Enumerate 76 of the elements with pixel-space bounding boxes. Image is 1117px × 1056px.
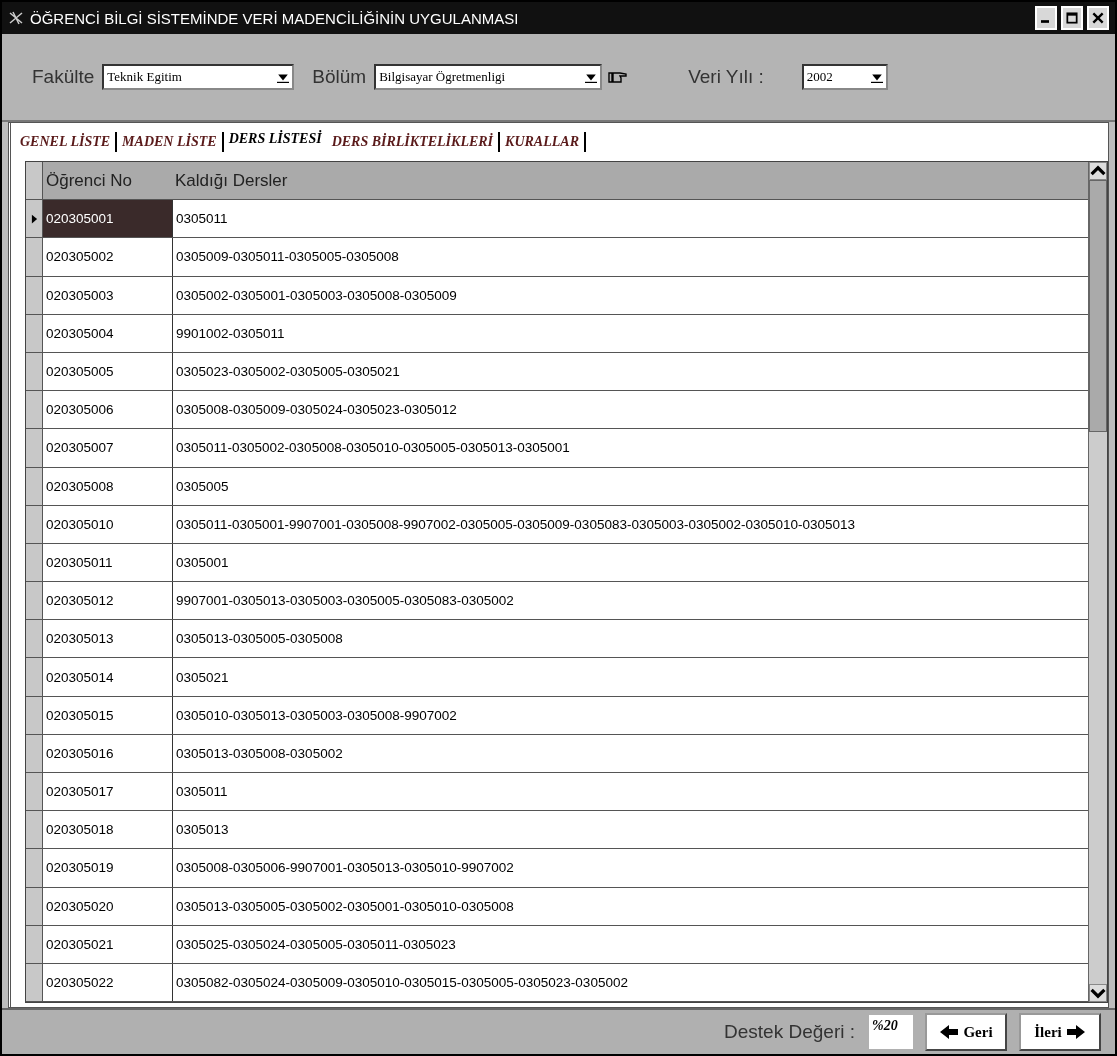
app-icon	[8, 10, 24, 26]
table-cell: 020305018	[43, 811, 173, 849]
table-cell: 020305001	[43, 200, 173, 238]
table-cell-text: 0305001	[175, 553, 230, 572]
table-cell: 020305006	[43, 391, 173, 429]
table-cell-text: 0305008-0305009-0305024-0305023-0305012	[175, 401, 458, 420]
table-cell: 020305013	[43, 620, 173, 658]
forward-button[interactable]: İleri	[1019, 1013, 1101, 1051]
table-cell-text: 0305011-0305001-9907001-0305008-9907002-0305005-0305009-0305083-0305003-0305002-0305010-0305013	[175, 515, 857, 534]
tab[interactable]: MADEN LİSTE	[117, 132, 224, 152]
table-cell: 020305008	[43, 467, 173, 505]
scrollbar[interactable]	[1088, 162, 1107, 1002]
table-cell-text: 9907001-0305013-0305003-0305005-0305083-0305002	[175, 592, 515, 611]
table-cell: 020305012	[43, 582, 173, 620]
table-cell: 020305016	[43, 734, 173, 772]
minimize-button[interactable]	[1035, 6, 1057, 30]
table-cell-text: 0305011	[175, 210, 229, 229]
back-button[interactable]: Geri	[925, 1013, 1007, 1051]
table-cell-text: 0305010-0305013-0305003-0305008-9907002	[175, 706, 458, 725]
table-cell: 020305019	[43, 849, 173, 887]
window-title: ÖĞRENCİ BİLGİ SİSTEMİNDE VERİ MADENCİLİĞİNİN UYGULANMASI	[30, 9, 520, 27]
tab[interactable]: KURALLAR	[500, 132, 586, 152]
table-cell: 020305005	[43, 352, 173, 391]
table-cell-text: 0305002-0305001-0305003-0305008-0305009	[175, 286, 458, 305]
table-cell-text: 0305025-0305024-0305005-0305011-0305023	[175, 935, 457, 954]
table-cell: 020305004	[43, 314, 173, 352]
table-cell-text: 9901002-0305011	[175, 324, 286, 343]
dropdown[interactable]: Bilgisayar Ögretmenligi	[374, 64, 603, 90]
column-header[interactable]: Kaldığı Dersler	[172, 162, 1088, 200]
tab[interactable]: DERS LİSTESİ	[223, 129, 327, 149]
scroll-down-button[interactable]	[1089, 984, 1107, 1002]
table-cell: 020305007	[43, 429, 173, 467]
table-cell: 020305021	[43, 925, 173, 963]
filter-label: Fakülte	[32, 66, 95, 88]
pointing-hand-icon	[608, 70, 629, 84]
current-row-icon	[30, 212, 38, 225]
table-cell-text: 0305008-0305006-9907001-0305013-0305010-9907002	[175, 859, 515, 878]
table-cell: 020305003	[43, 276, 173, 314]
support-value-label: Destek Değeri :	[724, 1021, 855, 1043]
table-cell-text: 0305013-0305008-0305002	[175, 744, 344, 763]
table-cell-text: 0305082-0305024-0305009-0305010-0305015-0305005-0305023-0305002	[175, 974, 629, 993]
row-indicator[interactable]	[26, 200, 43, 238]
table-cell: 020305010	[43, 505, 173, 543]
table-cell-text: 0305021	[175, 668, 230, 687]
table-cell: 020305011	[43, 543, 173, 582]
table-cell-text: 0305005	[175, 477, 230, 496]
column-header[interactable]: Öğrenci No	[43, 162, 172, 200]
minimize-icon	[1041, 20, 1049, 23]
filter-label: Veri Yılı :	[688, 66, 764, 88]
table-cell-text: 0305011-0305002-0305008-0305010-0305005-0305013-0305001	[175, 439, 571, 458]
table-cell: 020305002	[43, 238, 173, 276]
table-cell-text: 0305013	[175, 821, 230, 840]
filter-label: Bölüm	[312, 66, 367, 88]
dropdown[interactable]: 2002	[801, 64, 888, 90]
maximize-button[interactable]	[1061, 6, 1083, 30]
support-value-field[interactable]: %20	[869, 1015, 913, 1049]
scroll-up-button[interactable]	[1089, 162, 1107, 180]
maximize-icon	[1065, 10, 1079, 26]
table-cell-text: 0305013-0305005-0305002-0305001-0305010-0305008	[175, 897, 515, 916]
table-cell-text: 0305013-0305005-0305008	[175, 630, 344, 649]
table-cell-text: 0305011	[175, 783, 229, 802]
left-arrow-icon	[939, 1024, 960, 1040]
right-arrow-icon	[1065, 1024, 1086, 1040]
tab[interactable]: DERS BİRLİKTELİKLERİ	[326, 132, 501, 152]
table-cell: 020305017	[43, 773, 173, 811]
table-cell-text: 0305009-0305011-0305005-0305008	[175, 248, 400, 267]
table-cell: 020305015	[43, 696, 173, 734]
close-icon	[1091, 10, 1105, 26]
dropdown[interactable]: Teknik Egitim	[102, 64, 295, 90]
table-cell: 020305014	[43, 658, 173, 696]
scroll-thumb[interactable]	[1089, 180, 1107, 432]
tab[interactable]: GENEL LİSTE	[15, 132, 118, 152]
table-cell: 020305022	[43, 963, 173, 1002]
close-button[interactable]	[1087, 6, 1109, 30]
table-cell-text: 0305023-0305002-0305005-0305021	[175, 363, 401, 382]
table-cell: 020305020	[43, 887, 173, 925]
